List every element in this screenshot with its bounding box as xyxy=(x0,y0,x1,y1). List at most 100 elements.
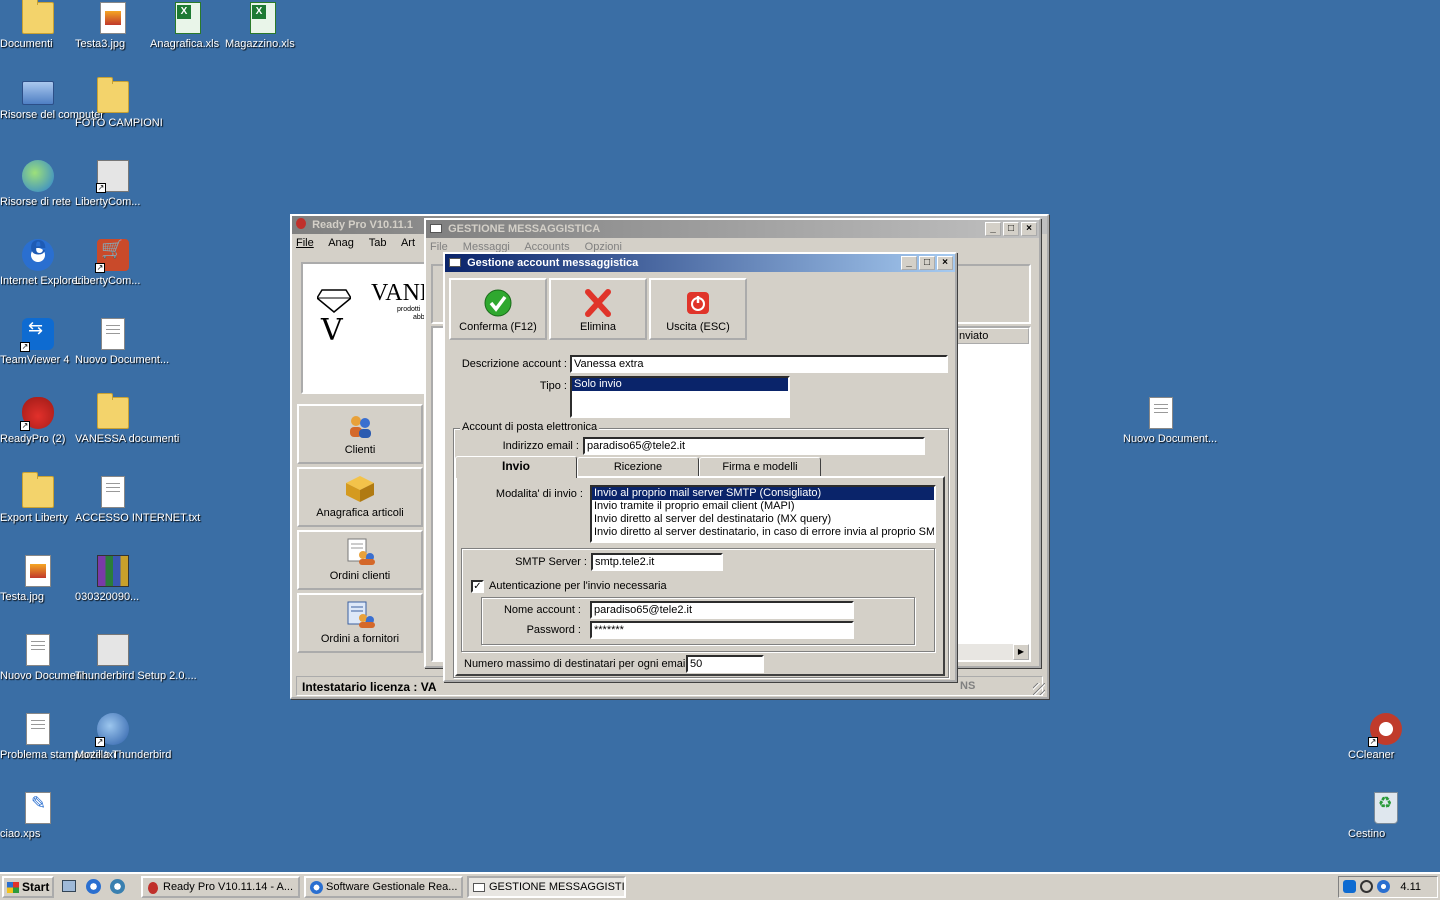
desktop-icon-label: Anagrafica.xls xyxy=(150,38,220,50)
strawberry-icon xyxy=(148,882,158,894)
password-field[interactable]: ******* xyxy=(590,621,854,639)
readypro-title: Ready Pro V10.11.1 xyxy=(312,219,413,231)
desktop-icon-label: Mozilla Thunderbird xyxy=(75,749,172,761)
doc-icon xyxy=(26,713,50,745)
maximize-button[interactable]: □ xyxy=(1003,222,1019,236)
desktop-icon-nuovo-document[interactable]: Nuovo Document... xyxy=(75,318,169,366)
strawberry-icon xyxy=(296,218,306,229)
minimize-button[interactable]: _ xyxy=(901,256,917,270)
max-recipients-field[interactable]: 50 xyxy=(686,655,764,673)
desktop-icon-030320090[interactable]: 030320090... xyxy=(75,555,151,603)
desktop-icon-ciao-xps[interactable]: ciao.xps xyxy=(0,792,76,840)
menu-art[interactable]: Art xyxy=(401,237,415,249)
maximize-button[interactable]: □ xyxy=(919,256,935,270)
task-browser[interactable]: Software Gestionale Rea... xyxy=(304,876,463,898)
email-group-title: Account di posta elettronica xyxy=(460,421,600,433)
menu-file[interactable]: File xyxy=(296,237,314,249)
column-header-inviato[interactable]: nviato xyxy=(959,330,988,342)
mail-icon xyxy=(430,224,442,233)
gestione-title: GESTIONE MESSAGGISTICA xyxy=(448,223,601,235)
send-mode-option[interactable]: Invio diretto al server del destinatario… xyxy=(592,513,934,526)
show-desktop-icon[interactable] xyxy=(62,880,76,892)
ordini-clienti-button[interactable]: Ordini clienti xyxy=(297,530,423,590)
doc-icon xyxy=(101,318,125,350)
clock[interactable]: 4.11 xyxy=(1400,881,1421,893)
desktop-icon-label: Testa3.jpg xyxy=(75,38,126,50)
task-readypro[interactable]: Ready Pro V10.11.14 - A... xyxy=(141,876,300,898)
task-label: Software Gestionale Rea... xyxy=(326,881,458,893)
quicklaunch xyxy=(60,877,132,897)
desktop-icon-testa3-jpg[interactable]: Testa3.jpg xyxy=(75,2,151,50)
desktop-icon-documenti[interactable]: Documenti xyxy=(0,0,76,50)
send-mode-listbox[interactable]: Invio al proprio mail server SMTP (Consi… xyxy=(590,485,936,543)
outlook-icon[interactable] xyxy=(110,879,125,894)
type-listbox[interactable]: Solo invio xyxy=(570,376,790,418)
delete-button[interactable]: Elimina xyxy=(549,278,647,340)
desktop-icon-cestino[interactable]: Cestino xyxy=(1348,792,1424,840)
desktop-icon-magazzino-xls[interactable]: Magazzino.xls xyxy=(225,2,301,50)
tray-icon-sync[interactable] xyxy=(1360,880,1373,893)
desktop-icon-label: Cestino xyxy=(1348,828,1386,840)
tab-firma-modelli[interactable]: Firma e modelli xyxy=(699,457,821,477)
desktop-icon-libertycom[interactable]: ↗ LibertyCom... xyxy=(75,239,151,287)
desktop-icon-nuovo-document[interactable]: Nuovo Document... xyxy=(1123,397,1217,445)
confirm-button[interactable]: Conferma (F12) xyxy=(449,278,547,340)
gestione-titlebar[interactable]: GESTIONE MESSAGGISTICA _ □ × xyxy=(426,220,1039,238)
email-field[interactable]: paradiso65@tele2.it xyxy=(583,437,925,455)
ordini-fornitori-button[interactable]: Ordini a fornitori xyxy=(297,593,423,653)
anagrafica-articoli-label: Anagrafica articoli xyxy=(316,507,404,519)
account-dialog[interactable]: Gestione account messaggistica _ □ × Con… xyxy=(443,252,957,682)
desktop-icon-libertycom[interactable]: ↗ LibertyCom... xyxy=(75,160,151,208)
start-button[interactable]: Start xyxy=(2,876,54,898)
account-name-field[interactable]: paradiso65@tele2.it xyxy=(590,601,854,619)
menu-tab[interactable]: Tab xyxy=(369,237,387,249)
send-mode-option[interactable]: Invio diretto al server destinatario, in… xyxy=(592,526,934,539)
shortcut-arrow-icon: ↗ xyxy=(95,263,105,273)
delete-label: Elimina xyxy=(579,321,617,333)
desktop-icon-mozilla-thunderbird[interactable]: ↗ Mozilla Thunderbird xyxy=(75,713,171,761)
resize-grip-icon[interactable] xyxy=(1033,683,1045,695)
desktop-icon-thunderbird-setup-2-0[interactable]: Thunderbird Setup 2.0.... xyxy=(75,634,197,682)
desktop-icon-teamviewer-4[interactable]: ↗ TeamViewer 4 xyxy=(0,318,76,366)
dialog-title: Gestione account messaggistica xyxy=(467,257,639,269)
close-button[interactable]: × xyxy=(937,256,953,270)
send-mode-option[interactable]: Invio tramite il proprio email client (M… xyxy=(592,500,934,513)
menu-anag[interactable]: Anag xyxy=(328,237,354,249)
desktop-icon-accesso-internet-txt[interactable]: ACCESSO INTERNET.txt xyxy=(75,476,200,524)
tray-icon-teamviewer[interactable] xyxy=(1343,880,1356,893)
desktop-icon-risorse-del-computer[interactable]: Risorse del computer xyxy=(0,81,104,121)
desktop-icon-testa-jpg[interactable]: Testa.jpg xyxy=(0,555,76,603)
desktop-icon-problema-stampante-txt[interactable]: Problema stampante.txt xyxy=(0,713,116,761)
desktop-icon-foto-campioni[interactable]: FOTO CAMPIONI xyxy=(75,77,163,129)
dialog-titlebar[interactable]: Gestione account messaggistica _ □ × xyxy=(445,254,955,272)
desktop-icon-label: VANESSA documenti xyxy=(75,433,180,445)
type-option[interactable]: Solo invio xyxy=(572,378,788,391)
exit-button[interactable]: Uscita (ESC) xyxy=(649,278,747,340)
desktop-icon-vanessa-documenti[interactable]: VANESSA documenti xyxy=(75,393,179,445)
auth-checkbox[interactable]: ✓ xyxy=(471,580,484,593)
desktop-icon-risorse-di-rete[interactable]: Risorse di rete xyxy=(0,160,76,208)
desktop-icon-label: TeamViewer 4 xyxy=(0,354,70,366)
close-button[interactable]: × xyxy=(1021,222,1037,236)
description-field[interactable]: Vanessa extra xyxy=(570,355,948,373)
tray-icon-network[interactable] xyxy=(1377,880,1390,893)
tab-invio[interactable]: Invio xyxy=(455,456,577,478)
anagrafica-articoli-button[interactable]: Anagrafica articoli xyxy=(297,467,423,527)
clienti-button[interactable]: Clienti xyxy=(297,404,423,464)
desktop-icon-internet-explorer[interactable]: Internet Explorer xyxy=(0,239,81,287)
tab-ricezione[interactable]: Ricezione xyxy=(577,457,699,477)
task-gestione[interactable]: GESTIONE MESSAGGISTI... xyxy=(467,876,626,898)
scroll-right-icon[interactable]: ▶ xyxy=(1013,644,1029,660)
start-label: Start xyxy=(22,880,50,894)
desktop-icon-nuovo-document[interactable]: Nuovo Document... xyxy=(0,634,94,682)
desktop-icon-readypro-2[interactable]: ↗ ReadyPro (2) xyxy=(0,397,76,445)
smtp-server-field[interactable]: smtp.tele2.it xyxy=(591,553,723,571)
hscrollbar[interactable]: ▶ xyxy=(956,644,1029,660)
email-label: Indirizzo email : xyxy=(502,440,579,452)
minimize-button[interactable]: _ xyxy=(985,222,1001,236)
ie-icon[interactable] xyxy=(86,879,101,894)
send-mode-option[interactable]: Invio al proprio mail server SMTP (Consi… xyxy=(592,487,934,500)
desktop-icon-anagrafica-xls[interactable]: Anagrafica.xls xyxy=(150,2,226,50)
desktop-icon-export-liberty[interactable]: Export Liberty xyxy=(0,472,76,524)
desktop-icon-ccleaner[interactable]: ↗ CCleaner xyxy=(1348,713,1424,761)
